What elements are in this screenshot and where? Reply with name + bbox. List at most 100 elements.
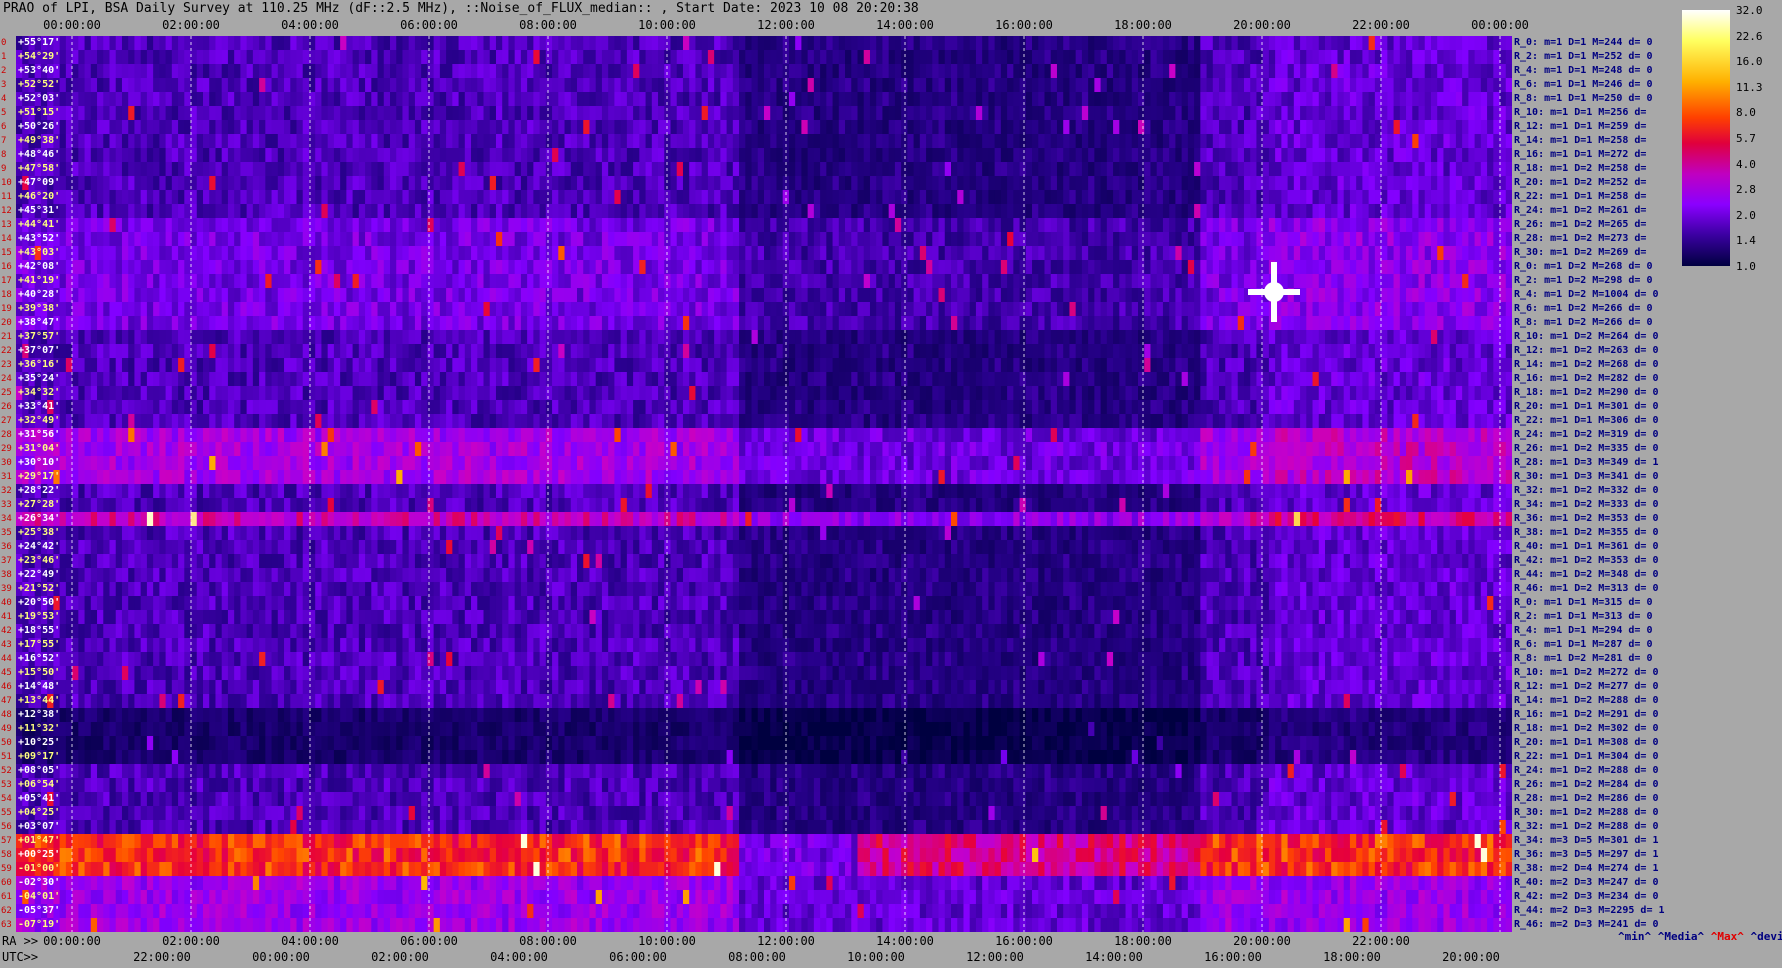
heat-cell bbox=[882, 148, 890, 163]
heat-cell bbox=[489, 260, 497, 275]
heat-cell bbox=[1063, 162, 1071, 177]
heat-cell bbox=[121, 316, 129, 331]
heat-cell bbox=[1287, 36, 1295, 51]
heat-cell bbox=[1362, 78, 1370, 93]
heat-cell bbox=[1194, 260, 1201, 275]
heat-cell bbox=[284, 78, 291, 93]
heat-cell bbox=[1175, 148, 1183, 163]
heat-cell bbox=[196, 204, 204, 219]
heat-cell bbox=[1505, 50, 1512, 65]
heat-cell bbox=[639, 288, 647, 303]
heat-cell bbox=[1150, 162, 1158, 177]
top-tick-label: 22:00:00 bbox=[1352, 18, 1410, 32]
heat-cell bbox=[471, 36, 478, 51]
heat-cell bbox=[564, 204, 572, 219]
heat-cell bbox=[427, 190, 435, 205]
heat-cell bbox=[595, 64, 603, 79]
heat-cell bbox=[957, 302, 965, 317]
heat-cell bbox=[944, 176, 952, 191]
heat-cell bbox=[564, 232, 572, 247]
heat-cell bbox=[1088, 36, 1095, 51]
heat-cell bbox=[894, 78, 902, 93]
heat-cell bbox=[1231, 50, 1239, 65]
heat-cell bbox=[402, 232, 410, 247]
heat-cell bbox=[1119, 232, 1127, 247]
heat-cell bbox=[1200, 106, 1208, 121]
heat-cell bbox=[795, 288, 802, 303]
heat-cell bbox=[358, 246, 366, 261]
heat-cell bbox=[333, 162, 341, 177]
heat-cell bbox=[433, 162, 441, 177]
heat-cell bbox=[1443, 78, 1451, 93]
heat-cell bbox=[427, 162, 435, 177]
heat-cell bbox=[421, 64, 428, 79]
heat-cell bbox=[1487, 36, 1494, 51]
heat-cell bbox=[377, 162, 385, 177]
heat-cell bbox=[1156, 190, 1164, 205]
heat-cell bbox=[240, 274, 248, 289]
heat-cell bbox=[184, 302, 192, 317]
heat-cell bbox=[676, 246, 684, 261]
heat-cell bbox=[159, 148, 167, 163]
heat-cell bbox=[1474, 120, 1482, 135]
heat-cell bbox=[552, 288, 559, 303]
heat-cell bbox=[414, 316, 422, 331]
heat-cell bbox=[1175, 190, 1183, 205]
heat-cell bbox=[471, 260, 478, 275]
heat-cell bbox=[969, 134, 977, 149]
heat-cell bbox=[483, 36, 491, 51]
heat-cell bbox=[1113, 134, 1120, 149]
heat-cell bbox=[153, 316, 160, 331]
heat-cell bbox=[608, 246, 615, 261]
heat-cell bbox=[365, 176, 372, 191]
heat-cell bbox=[1081, 204, 1089, 219]
heat-cell bbox=[109, 120, 117, 135]
heat-cell bbox=[751, 120, 759, 135]
heat-cell bbox=[1381, 232, 1388, 247]
heat-cell bbox=[302, 134, 310, 149]
heat-cell bbox=[1144, 218, 1152, 233]
heat-cell bbox=[421, 120, 428, 135]
heat-cell bbox=[982, 64, 989, 79]
heat-cell bbox=[1194, 78, 1201, 93]
heat-cell bbox=[1275, 148, 1282, 163]
heat-cell bbox=[203, 134, 210, 149]
heat-cell bbox=[153, 64, 160, 79]
heat-cell bbox=[439, 78, 447, 93]
heat-cell bbox=[1325, 218, 1332, 233]
heat-cell bbox=[1293, 36, 1301, 51]
heat-cell bbox=[894, 232, 902, 247]
heat-cell bbox=[1406, 176, 1413, 191]
heat-cell bbox=[1406, 50, 1413, 65]
heat-cell bbox=[221, 190, 229, 205]
heat-cell bbox=[1462, 246, 1469, 261]
heat-cell bbox=[1200, 78, 1208, 93]
heat-cell bbox=[601, 148, 609, 163]
heat-cell bbox=[670, 134, 678, 149]
heat-cell bbox=[290, 120, 298, 135]
heat-cell bbox=[1325, 260, 1332, 275]
heat-cell bbox=[1406, 106, 1413, 121]
heat-cell bbox=[944, 134, 952, 149]
heat-cell bbox=[302, 176, 310, 191]
heat-cell bbox=[845, 64, 852, 79]
heat-cell bbox=[720, 288, 728, 303]
heat-cell bbox=[477, 316, 485, 331]
heat-cell bbox=[1430, 36, 1438, 51]
heat-cell bbox=[732, 218, 740, 233]
heat-cell bbox=[1013, 204, 1021, 219]
heat-cell bbox=[552, 148, 559, 163]
heat-cell bbox=[1343, 190, 1351, 205]
heat-cell bbox=[732, 64, 740, 79]
heat-cell bbox=[558, 134, 566, 149]
heat-cell bbox=[439, 274, 447, 289]
heat-cell bbox=[97, 246, 104, 261]
heat-cell bbox=[1449, 106, 1457, 121]
heat-cell bbox=[178, 106, 185, 121]
heat-cell bbox=[1044, 64, 1052, 79]
heat-cell bbox=[1081, 78, 1089, 93]
heat-cell bbox=[1125, 176, 1133, 191]
heat-cell bbox=[944, 92, 952, 107]
heat-cell bbox=[190, 176, 198, 191]
heat-cell bbox=[1356, 302, 1363, 317]
